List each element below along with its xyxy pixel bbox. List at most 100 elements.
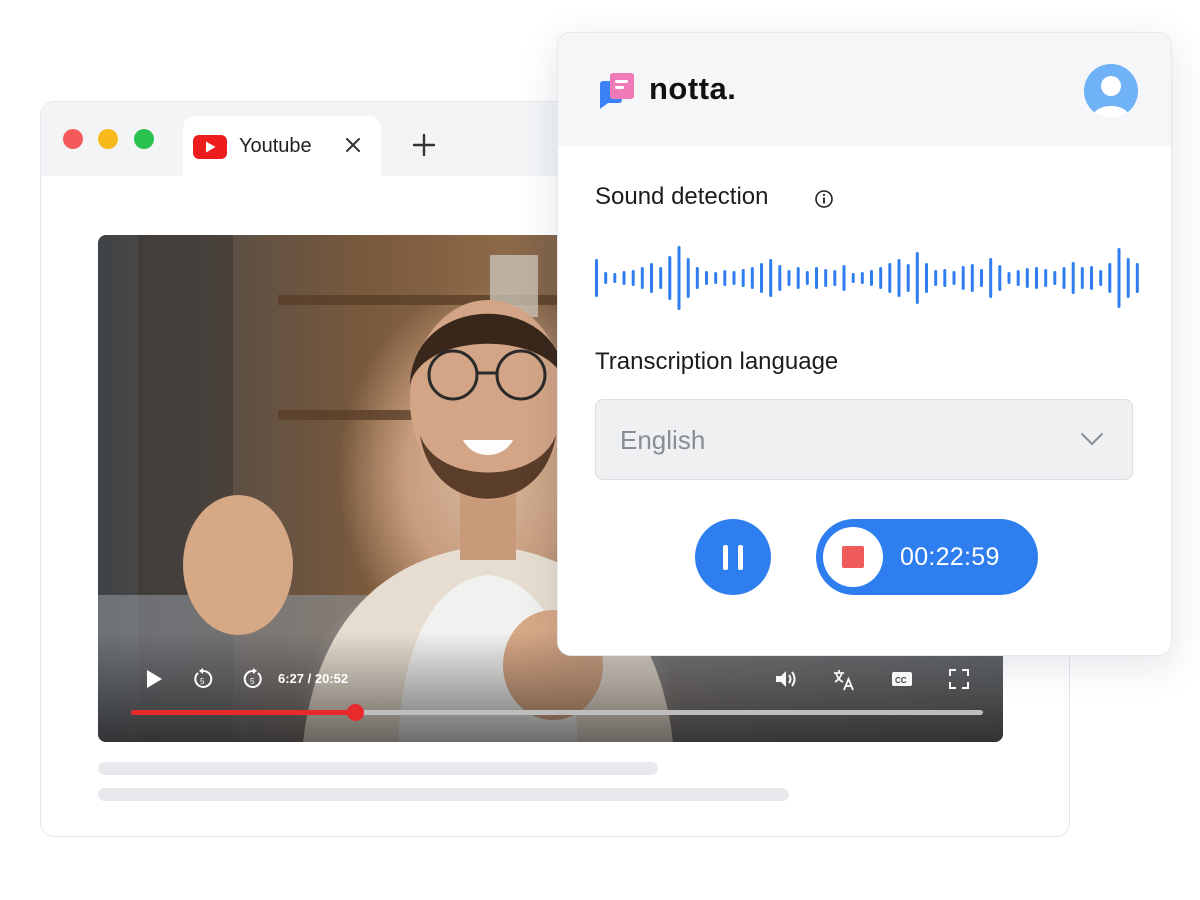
- fullscreen-icon[interactable]: [948, 668, 970, 695]
- waveform-bar: [723, 270, 727, 286]
- play-icon[interactable]: [144, 668, 164, 695]
- waveform-bar: [879, 267, 883, 289]
- sound-detection-label: Sound detection: [595, 183, 769, 210]
- waveform-bar: [778, 265, 782, 291]
- waveform-bar: [824, 269, 828, 287]
- waveform-bar: [833, 270, 837, 286]
- avatar[interactable]: [1084, 64, 1138, 118]
- minimize-window-button[interactable]: [98, 129, 118, 149]
- waveform-bar: [686, 258, 690, 298]
- youtube-icon: [193, 135, 227, 164]
- progress-handle[interactable]: [347, 704, 365, 721]
- waveform-bar: [631, 270, 635, 286]
- waveform-bar: [860, 272, 864, 284]
- waveform-bar: [732, 271, 736, 285]
- waveform-bar: [980, 269, 983, 287]
- waveform-bar: [888, 263, 892, 293]
- waveform-bar: [934, 270, 938, 286]
- waveform-bar: [851, 273, 855, 283]
- transcription-language-label: Transcription language: [595, 348, 839, 375]
- waveform-bar: [805, 271, 809, 285]
- waveform-bar: [659, 267, 663, 289]
- waveform-bar: [1016, 270, 1020, 286]
- waveform-bar: [1025, 268, 1029, 288]
- maximize-window-button[interactable]: [134, 129, 154, 149]
- waveform-bar: [668, 256, 672, 300]
- waveform-bar: [714, 272, 718, 284]
- captions-icon[interactable]: CC: [890, 668, 914, 695]
- waveform-bar: [622, 271, 626, 285]
- recording-control: 00:22:59: [816, 519, 1038, 595]
- waveform-bar: [1053, 271, 1057, 285]
- volume-icon[interactable]: [774, 668, 798, 695]
- svg-text:5: 5: [250, 677, 255, 686]
- text-placeholder: [98, 788, 789, 801]
- waveform-bar: [604, 272, 608, 284]
- panel-header: notta.: [558, 33, 1171, 146]
- waveform-bar: [1108, 263, 1112, 293]
- waveform-bar: [613, 273, 617, 283]
- waveform-bar: [695, 267, 699, 289]
- chevron-down-icon: [1080, 430, 1104, 453]
- waveform-bar: [1044, 269, 1048, 287]
- svg-text:5: 5: [200, 677, 205, 686]
- waveform-bar: [897, 259, 901, 297]
- waveform-bar: [989, 258, 993, 298]
- tab-label: Youtube: [239, 135, 312, 157]
- language-value: English: [620, 425, 706, 455]
- waveform-bar: [915, 252, 919, 304]
- pause-button[interactable]: [695, 519, 771, 595]
- waveform-bar: [796, 267, 800, 289]
- waveform-bar: [741, 269, 745, 287]
- waveform-bar: [970, 264, 974, 292]
- plus-icon[interactable]: [412, 133, 436, 162]
- waveform-bar: [1071, 262, 1075, 294]
- playback-time: 6:27 / 20:52: [278, 671, 349, 686]
- sound-waveform: [595, 246, 1139, 310]
- waveform-bar: [1062, 267, 1066, 289]
- text-placeholder: [98, 762, 658, 775]
- language-select[interactable]: English: [595, 399, 1133, 480]
- waveform-bar: [595, 259, 598, 297]
- waveform-bar: [1117, 248, 1121, 308]
- user-icon: [1092, 76, 1130, 118]
- waveform-bar: [769, 259, 773, 297]
- close-window-button[interactable]: [63, 129, 83, 149]
- waveform-bar: [750, 267, 754, 289]
- stop-icon: [842, 546, 864, 568]
- waveform-bar: [650, 263, 653, 293]
- svg-text:CC: CC: [895, 676, 907, 685]
- waveform-bar: [1007, 272, 1011, 284]
- progress-fill: [131, 710, 356, 715]
- waveform-bar: [760, 263, 763, 293]
- recording-timer: 00:22:59: [900, 543, 1000, 571]
- waveform-bar: [1099, 270, 1103, 286]
- waveform-bar: [1090, 266, 1093, 290]
- waveform-bar: [677, 246, 681, 310]
- waveform-bar: [787, 270, 791, 286]
- translate-icon[interactable]: [832, 668, 856, 697]
- waveform-bar: [1126, 258, 1130, 298]
- info-icon[interactable]: [814, 189, 834, 214]
- close-icon[interactable]: [344, 136, 362, 159]
- waveform-bar: [1080, 267, 1084, 289]
- brand-name: notta.: [649, 71, 737, 106]
- progress-bar[interactable]: [131, 704, 983, 721]
- waveform-bar: [906, 264, 910, 292]
- rewind-5-icon[interactable]: 5: [192, 668, 214, 695]
- forward-5-icon[interactable]: 5: [242, 668, 264, 695]
- waveform-bar: [1035, 267, 1038, 289]
- waveform-bar: [943, 269, 947, 287]
- waveform-bar: [815, 267, 818, 289]
- waveform-bar: [870, 270, 873, 286]
- waveform-bar: [640, 267, 644, 289]
- notta-panel: notta. Sound detection Transcription lan…: [557, 32, 1172, 656]
- waveform-bar: [998, 265, 1002, 291]
- waveform-bar: [705, 271, 708, 285]
- waveform-bar: [1135, 263, 1139, 293]
- waveform-bar: [961, 266, 965, 290]
- stop-button[interactable]: [823, 527, 883, 587]
- waveform-bar: [842, 265, 846, 291]
- waveform-bar: [925, 263, 928, 293]
- browser-tab-youtube[interactable]: Youtube: [183, 116, 381, 176]
